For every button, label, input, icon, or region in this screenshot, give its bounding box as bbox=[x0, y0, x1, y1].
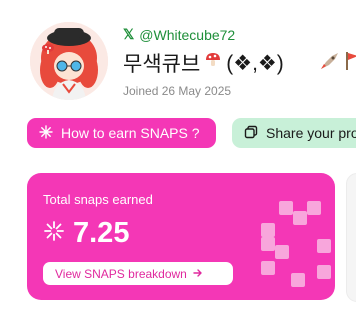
avatar bbox=[30, 22, 108, 100]
sparkle-icon bbox=[43, 220, 65, 247]
how-to-earn-button[interactable]: How to earn SNAPS ? bbox=[27, 118, 216, 148]
copy-icon bbox=[244, 125, 258, 142]
joined-date: Joined 26 May 2025 bbox=[123, 84, 232, 98]
next-card-peek[interactable] bbox=[346, 173, 356, 302]
share-profile-label: Share your pro bbox=[266, 125, 356, 141]
total-snaps-card: Total snaps earned 7.25 View SNAPS break… bbox=[27, 173, 335, 300]
rocket-icon bbox=[318, 50, 340, 77]
avatar-image bbox=[30, 22, 108, 100]
total-snaps-title: Total snaps earned bbox=[43, 192, 153, 207]
arrow-right-icon bbox=[193, 267, 203, 281]
x-handle[interactable]: @Whitecube72 bbox=[139, 27, 235, 43]
mushroom-icon bbox=[204, 51, 222, 75]
x-logo-icon: 𝕏 bbox=[123, 26, 135, 42]
total-snaps-value: 7.25 bbox=[73, 217, 130, 249]
flag-icon bbox=[345, 50, 356, 77]
display-name-text: 무색큐브 bbox=[123, 53, 201, 76]
share-profile-button[interactable]: Share your pro bbox=[232, 118, 356, 148]
sparkle-icon bbox=[39, 124, 53, 142]
total-snaps-value-row: 7.25 bbox=[43, 217, 129, 250]
how-to-earn-label: How to earn SNAPS ? bbox=[61, 125, 200, 141]
display-name-suffix: (❖,❖) bbox=[226, 51, 284, 75]
display-name: 무색큐브 (❖,❖) bbox=[123, 48, 284, 78]
x-handle-row[interactable]: 𝕏 @Whitecube72 bbox=[123, 26, 235, 43]
pixel-pattern-decoration bbox=[261, 201, 331, 287]
view-breakdown-label: View SNAPS breakdown bbox=[55, 266, 187, 281]
view-breakdown-button[interactable]: View SNAPS breakdown bbox=[43, 262, 233, 285]
